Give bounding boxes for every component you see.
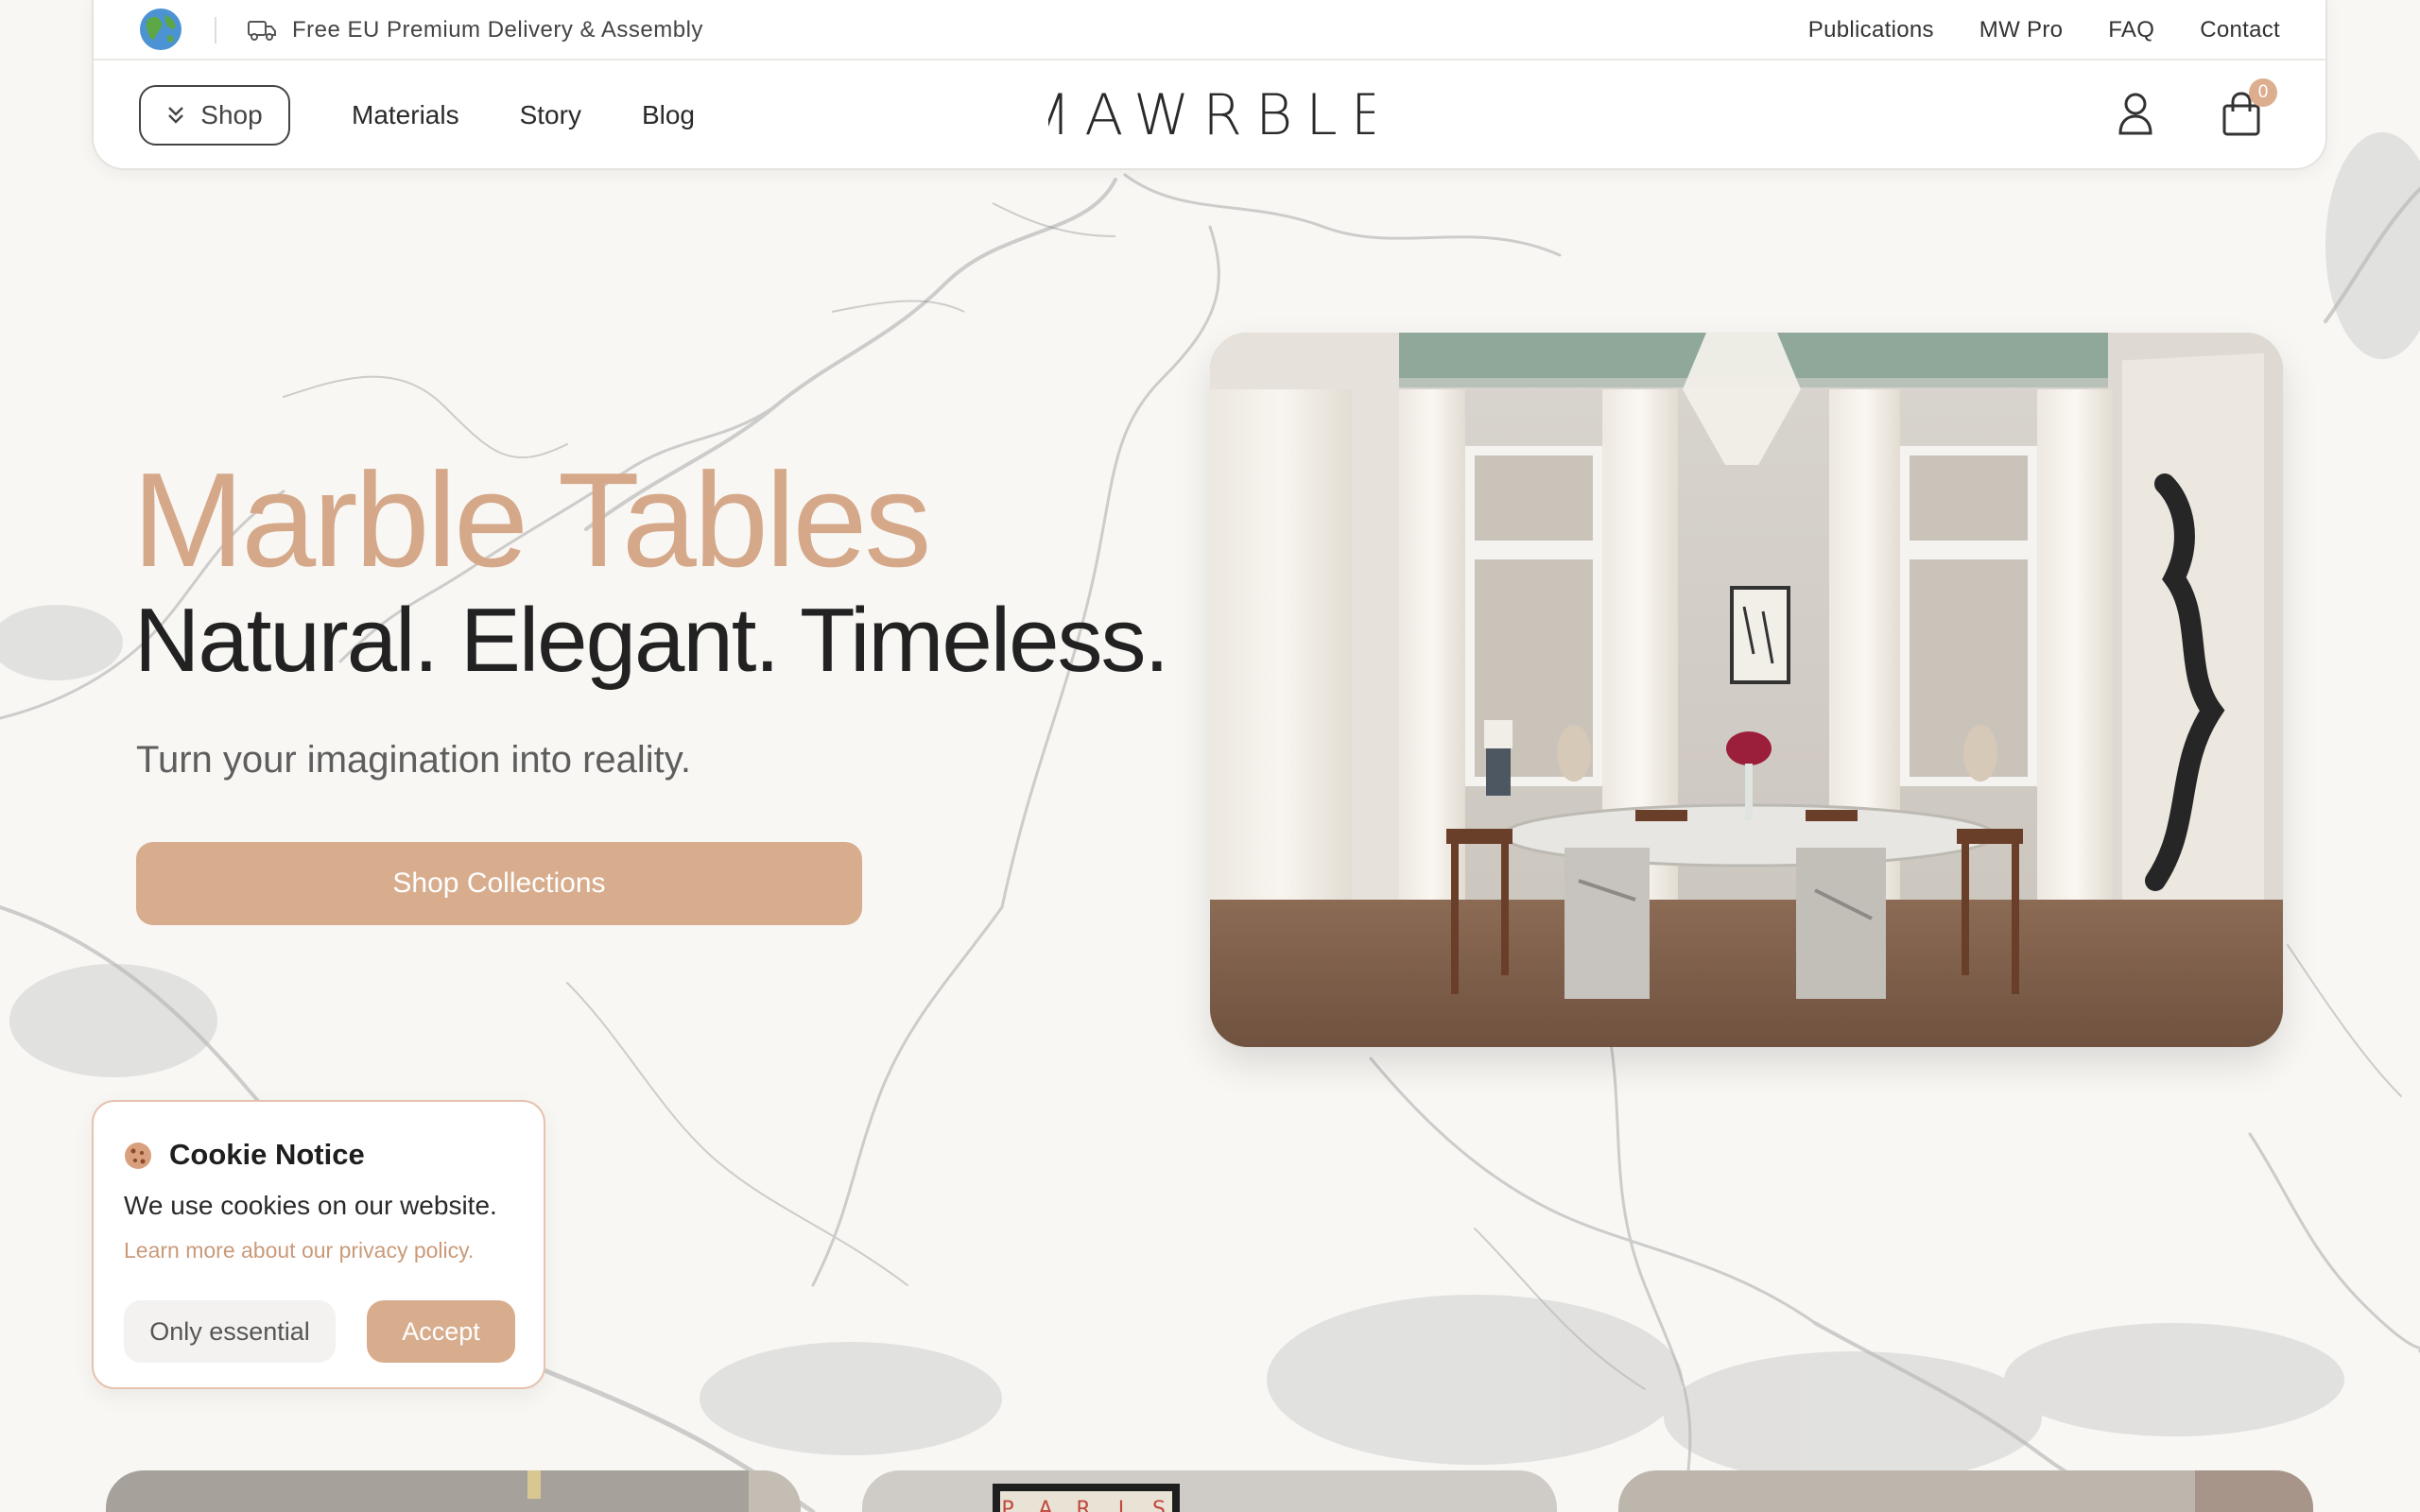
- svg-text:R: R: [1076, 1498, 1090, 1512]
- shop-label: Shop: [200, 100, 263, 129]
- svg-text:S: S: [1152, 1498, 1166, 1512]
- top-links: Publications MW Pro FAQ Contact: [1808, 17, 2280, 43]
- shop-collections-button[interactable]: Shop Collections: [136, 842, 862, 925]
- accept-cookies-button[interactable]: Accept: [367, 1300, 515, 1363]
- svg-text:MAWRBLE: MAWRBLE: [1048, 82, 1374, 147]
- nav-materials[interactable]: Materials: [352, 100, 459, 130]
- hero-subtitle: Turn your imagination into reality.: [136, 739, 691, 781]
- link-contact[interactable]: Contact: [2200, 17, 2280, 43]
- link-faq[interactable]: FAQ: [2108, 17, 2154, 43]
- collection-card[interactable]: P A R I S: [862, 1470, 1557, 1512]
- cart-count-badge: 0: [2249, 78, 2277, 107]
- only-essential-button[interactable]: Only essential: [124, 1300, 336, 1363]
- nav-blog[interactable]: Blog: [642, 100, 695, 130]
- cookie-text: We use cookies on our website.: [124, 1191, 497, 1220]
- hero-dining-room-image: [1210, 333, 2283, 1047]
- top-bar: Free EU Premium Delivery & Assembly Publ…: [94, 0, 2325, 60]
- link-publications[interactable]: Publications: [1808, 17, 1934, 43]
- chevron-double-down-icon: [168, 107, 184, 124]
- privacy-policy-link[interactable]: Learn more about our privacy policy.: [124, 1238, 474, 1263]
- collection-card[interactable]: [106, 1470, 801, 1512]
- cookie-notice: Cookie Notice We use cookies on our webs…: [92, 1100, 545, 1389]
- svg-text:I: I: [1118, 1498, 1125, 1512]
- link-mw-pro[interactable]: MW Pro: [1979, 17, 2063, 43]
- cookie-icon: [125, 1143, 151, 1169]
- main-nav: Shop Materials Story Blog MAWRBLE 0: [94, 62, 2325, 168]
- site-header: Free EU Premium Delivery & Assembly Publ…: [92, 0, 2327, 170]
- brand-logo[interactable]: MAWRBLE: [1048, 81, 1374, 147]
- truck-icon: [248, 21, 276, 41]
- hero-title: Marble Tables: [132, 445, 931, 595]
- globe-icon[interactable]: [139, 8, 182, 51]
- nav-story[interactable]: Story: [520, 100, 581, 130]
- cookie-title: Cookie Notice: [169, 1138, 365, 1171]
- divider: [215, 17, 216, 43]
- user-account-icon[interactable]: [2117, 91, 2154, 136]
- collection-card[interactable]: [1618, 1470, 2313, 1512]
- shop-menu-button[interactable]: Shop: [139, 85, 290, 146]
- svg-text:P: P: [1001, 1498, 1013, 1512]
- svg-text:A: A: [1038, 1498, 1052, 1512]
- nav-links: Materials Story Blog: [352, 100, 695, 130]
- hero-tagline: Natural. Elegant. Timeless.: [134, 590, 1169, 691]
- delivery-promo: Free EU Premium Delivery & Assembly: [292, 17, 703, 43]
